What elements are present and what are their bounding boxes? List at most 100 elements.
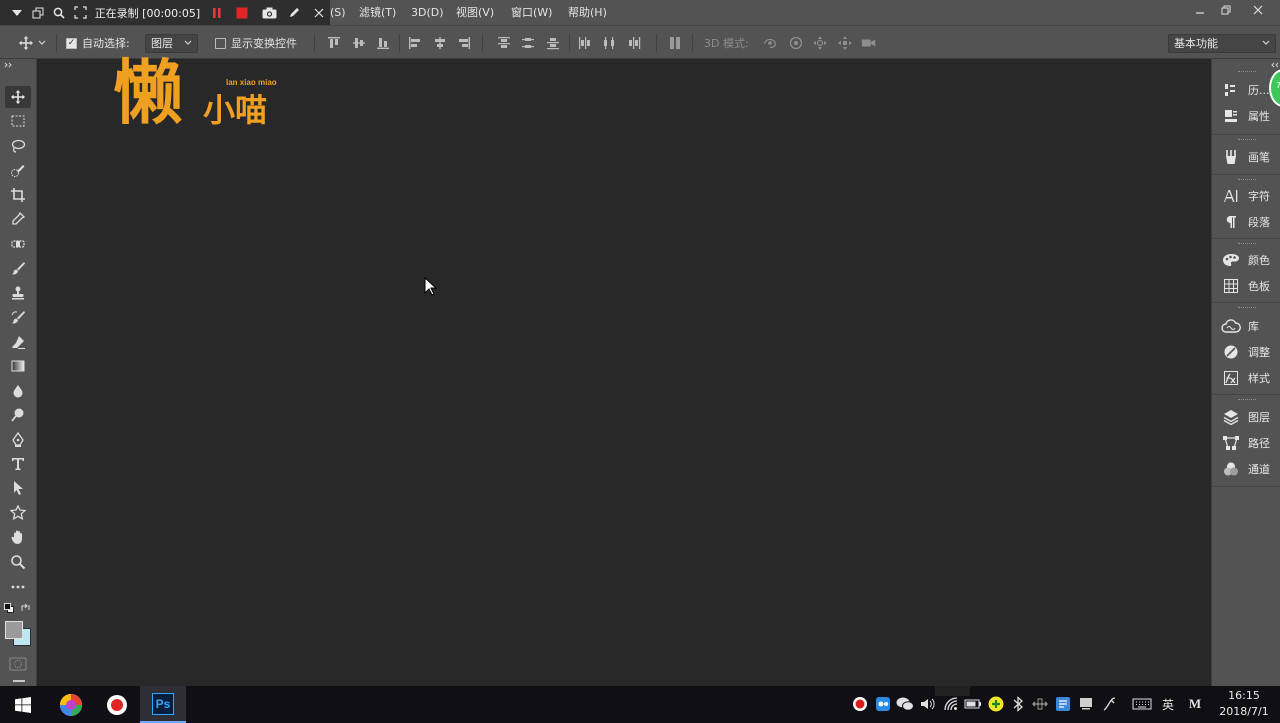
document-canvas-area[interactable]: 懒 小喵 lan xiao miao bbox=[38, 51, 1211, 686]
3d-pan-icon[interactable] bbox=[812, 35, 828, 51]
move-tool[interactable] bbox=[5, 86, 31, 108]
align-hcenter-icon[interactable] bbox=[432, 35, 448, 51]
default-colors-icon[interactable] bbox=[4, 603, 14, 613]
zoom-tool[interactable] bbox=[5, 551, 31, 573]
hand-tool[interactable] bbox=[5, 526, 31, 548]
recorder-window-button[interactable] bbox=[27, 0, 48, 25]
screenshot-button[interactable] bbox=[259, 0, 280, 25]
move-tool-preset[interactable] bbox=[18, 26, 46, 60]
distribute-left-icon[interactable] bbox=[577, 35, 593, 51]
panel-swatches[interactable]: 色板 bbox=[1212, 273, 1280, 299]
3d-slide-icon[interactable] bbox=[837, 35, 853, 51]
show-transform-checkbox[interactable]: 显示变换控件 bbox=[215, 26, 297, 60]
tray-keyboard[interactable] bbox=[1131, 695, 1153, 713]
shape-tool[interactable] bbox=[5, 502, 31, 524]
distribute-vcenter-icon[interactable] bbox=[520, 35, 536, 51]
draw-button[interactable] bbox=[284, 0, 305, 25]
panel-properties[interactable]: 属性 bbox=[1212, 103, 1280, 129]
clock[interactable]: 16:15 2018/7/1 bbox=[1212, 688, 1276, 722]
crop-tool[interactable] bbox=[5, 184, 31, 206]
recorder-search-button[interactable] bbox=[48, 0, 69, 25]
distribute-top-icon[interactable] bbox=[496, 35, 512, 51]
panel-styles[interactable]: 样式 bbox=[1212, 365, 1280, 391]
align-top-icon[interactable] bbox=[326, 35, 342, 51]
recorder-region-button[interactable] bbox=[70, 0, 91, 25]
tray-wechat[interactable] bbox=[896, 695, 914, 713]
eyedropper-tool[interactable] bbox=[5, 208, 31, 230]
restore-button[interactable] bbox=[1212, 0, 1240, 22]
more-tools[interactable] bbox=[5, 576, 31, 598]
menu-3d[interactable]: 3D(D) bbox=[411, 0, 444, 25]
menu-help[interactable]: 帮助(H) bbox=[568, 0, 607, 25]
tray-sync[interactable] bbox=[1031, 695, 1049, 713]
start-button[interactable] bbox=[0, 686, 46, 723]
3d-camera-icon[interactable] bbox=[861, 35, 877, 51]
tray-battery[interactable] bbox=[964, 695, 982, 713]
taskbar-app-photoshop[interactable]: Ps bbox=[140, 686, 186, 723]
marquee-tool[interactable] bbox=[5, 110, 31, 132]
panel-paths[interactable]: 路径 bbox=[1212, 430, 1280, 456]
quick-select-tool[interactable] bbox=[5, 159, 31, 181]
type-tool[interactable] bbox=[5, 453, 31, 475]
minimize-button[interactable] bbox=[1186, 0, 1214, 22]
panel-character[interactable]: 字符 bbox=[1212, 183, 1280, 209]
workspace-dropdown[interactable]: 基本功能 bbox=[1168, 26, 1276, 60]
eraser-tool[interactable] bbox=[5, 331, 31, 353]
pause-button[interactable] bbox=[206, 0, 227, 25]
3d-roll-icon[interactable] bbox=[788, 35, 804, 51]
panel-history[interactable]: 历... bbox=[1212, 77, 1280, 103]
tray-wifi[interactable] bbox=[942, 695, 960, 713]
panel-paragraph[interactable]: 段落 bbox=[1212, 209, 1280, 235]
tray-volume[interactable] bbox=[918, 695, 936, 713]
tray-bluetooth[interactable] bbox=[1009, 695, 1027, 713]
tray-plus-app[interactable] bbox=[987, 695, 1005, 713]
tray-monitor[interactable] bbox=[1077, 695, 1095, 713]
healing-tool[interactable] bbox=[5, 233, 31, 255]
recorder-collapse-button[interactable] bbox=[6, 0, 27, 25]
expand-panels-icon[interactable] bbox=[1269, 62, 1279, 68]
panel-layers[interactable]: 图层 bbox=[1212, 404, 1280, 430]
3d-rotate-icon[interactable] bbox=[762, 35, 778, 51]
tray-pen[interactable] bbox=[1101, 695, 1119, 713]
stamp-tool[interactable] bbox=[5, 282, 31, 304]
gradient-tool[interactable] bbox=[5, 355, 31, 377]
auto-align-icon[interactable] bbox=[667, 35, 683, 51]
panel-adjustments[interactable]: 调整 bbox=[1212, 339, 1280, 365]
panel-brush[interactable]: 画笔 bbox=[1212, 144, 1280, 170]
lasso-tool[interactable] bbox=[5, 135, 31, 157]
ime-indicator[interactable]: 英 bbox=[1159, 695, 1177, 713]
pen-tool[interactable] bbox=[5, 429, 31, 451]
taskbar-app-colorful[interactable] bbox=[48, 686, 94, 723]
history-brush-tool[interactable] bbox=[5, 306, 31, 328]
dodge-tool[interactable] bbox=[5, 404, 31, 426]
brush-tool[interactable] bbox=[5, 257, 31, 279]
menu-window[interactable]: 窗口(W) bbox=[511, 0, 552, 25]
ime-mode-indicator[interactable]: M bbox=[1186, 695, 1204, 713]
stop-button[interactable] bbox=[231, 0, 252, 25]
menu-select[interactable]: (S) bbox=[330, 0, 346, 25]
menu-view[interactable]: 视图(V) bbox=[456, 0, 494, 25]
foreground-color-swatch[interactable] bbox=[5, 621, 23, 639]
align-left-icon[interactable] bbox=[407, 35, 423, 51]
tray-network-app[interactable] bbox=[874, 695, 892, 713]
distribute-right-icon[interactable] bbox=[626, 35, 642, 51]
tray-app-blue[interactable] bbox=[1054, 695, 1072, 713]
panel-libraries[interactable]: 库 bbox=[1212, 313, 1280, 339]
blur-tool[interactable] bbox=[5, 380, 31, 402]
recorder-close-button[interactable] bbox=[309, 0, 330, 25]
taskbar-app-recorder[interactable] bbox=[94, 686, 140, 723]
path-select-tool[interactable] bbox=[5, 477, 31, 499]
swap-colors-icon[interactable] bbox=[20, 603, 31, 613]
menu-filter[interactable]: 滤镜(T) bbox=[359, 0, 396, 25]
panel-channels[interactable]: 通道 bbox=[1212, 456, 1280, 482]
align-right-icon[interactable] bbox=[456, 35, 472, 51]
align-bottom-icon[interactable] bbox=[375, 35, 391, 51]
distribute-bottom-icon[interactable] bbox=[545, 35, 561, 51]
panel-color[interactable]: 颜色 bbox=[1212, 247, 1280, 273]
align-vcenter-icon[interactable] bbox=[351, 35, 367, 51]
collapse-panel-icon[interactable] bbox=[4, 62, 14, 68]
tray-record[interactable] bbox=[851, 695, 869, 713]
distribute-hcenter-icon[interactable] bbox=[601, 35, 617, 51]
quick-mask-icon[interactable] bbox=[9, 657, 27, 671]
close-window-button[interactable] bbox=[1244, 0, 1272, 22]
